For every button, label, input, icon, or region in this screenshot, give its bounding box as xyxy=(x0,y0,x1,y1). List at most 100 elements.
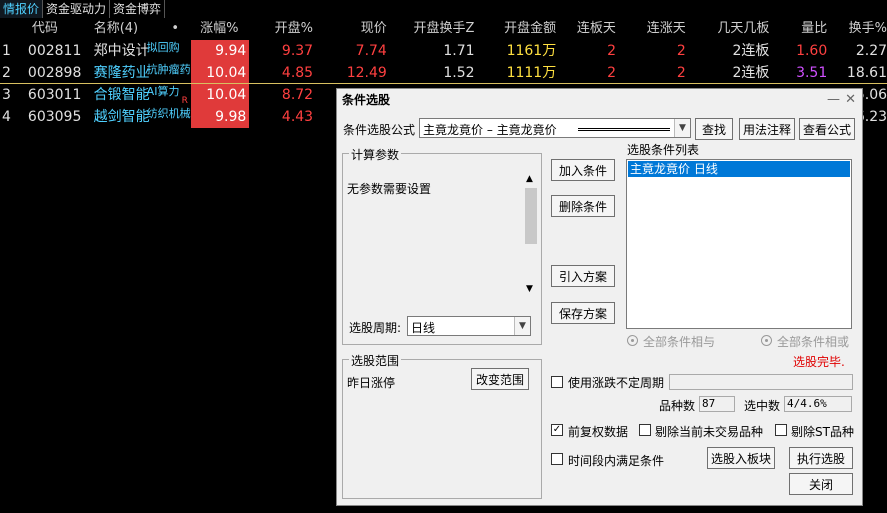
row-tag: AI算力 xyxy=(146,85,180,98)
col-price-header[interactable]: 现价 xyxy=(313,18,387,40)
calc-params-title: 计算参数 xyxy=(349,146,402,163)
row-tag: 抗肿瘤药 xyxy=(146,63,191,76)
row-open: 8.72 xyxy=(281,87,314,103)
fq-label: 前复权数据 xyxy=(568,425,629,439)
row-chg: 10.04 xyxy=(191,62,251,84)
period-label: 选股周期: xyxy=(349,321,402,335)
delete-condition-button[interactable]: 删除条件 xyxy=(551,195,615,217)
row-open: 4.85 xyxy=(281,65,314,81)
row-code: 002898 xyxy=(27,65,82,81)
no-params-text: 无参数需要设置 xyxy=(347,182,432,196)
selected-label: 选中数 xyxy=(744,399,781,413)
col-chg-header[interactable]: 涨幅% xyxy=(191,18,251,40)
row-limit-days: 2 xyxy=(607,65,616,81)
use-period-checkbox[interactable] xyxy=(551,376,563,388)
row-tag: 拟回购 xyxy=(146,41,180,54)
row-boards: 2连板 xyxy=(732,65,770,81)
row-turnover-rate: 18.61 xyxy=(846,65,887,81)
col-limit-days-header[interactable]: 连板天 xyxy=(556,18,616,40)
minimize-icon[interactable]: — xyxy=(827,89,840,111)
formula-select[interactable]: 主竟龙竟价 – 主竟龙竟价 ▼ xyxy=(419,118,691,138)
row-limit-days: 2 xyxy=(607,43,616,59)
row-code: 603095 xyxy=(27,109,82,125)
table-header: 代码 名称(4) • 涨幅% 开盘% 现价 开盘换手Z 开盘金额 连板天 连涨天… xyxy=(0,18,887,40)
col-turnover-rate-header[interactable]: 换手% xyxy=(827,18,887,40)
row-amount: 1161万 xyxy=(506,43,557,59)
row-vol-ratio: 3.51 xyxy=(796,65,828,81)
exclude-untraded-checkbox[interactable] xyxy=(639,424,651,436)
row-price: 12.49 xyxy=(346,65,387,81)
chevron-down-icon[interactable]: ▼ xyxy=(514,317,530,335)
col-code-header[interactable]: 代码 xyxy=(28,18,92,40)
time-range-label: 时间段内满足条件 xyxy=(568,454,665,468)
count-field: 87 xyxy=(699,396,735,412)
col-up-days-header[interactable]: 连涨天 xyxy=(616,18,686,40)
row-up-days: 2 xyxy=(676,65,686,81)
condition-list[interactable]: 主竟龙竟价 日线 xyxy=(626,159,852,329)
radio-and[interactable] xyxy=(627,335,638,346)
radio-or-label: 全部条件相或 xyxy=(777,335,850,349)
find-button[interactable]: 查找 xyxy=(695,118,733,140)
scroll-down-icon[interactable]: ▼ xyxy=(526,284,533,294)
radio-or[interactable] xyxy=(761,335,772,346)
dialog-title: 条件选股 xyxy=(342,93,391,107)
run-select-button[interactable]: 执行选股 xyxy=(789,447,853,469)
scroll-up-icon[interactable]: ▲ xyxy=(526,174,533,184)
row-code: 002811 xyxy=(27,43,82,59)
dialog-titlebar[interactable]: 条件选股 — ✕ xyxy=(337,89,862,111)
calc-params-group: 计算参数 无参数需要设置 ▲ ▼ 选股周期: 日线 ▼ xyxy=(342,146,542,345)
fq-checkbox[interactable]: ✓ xyxy=(551,424,563,436)
scope-title: 选股范围 xyxy=(349,352,402,369)
col-vol-ratio-header[interactable]: 量比 xyxy=(769,18,827,40)
count-label: 品种数 xyxy=(659,399,696,413)
table-row[interactable]: 1 002811 郑中设计 拟回购 9.94 9.37 7.74 1.71 116… xyxy=(0,40,887,62)
params-scrollbar[interactable]: ▲ ▼ xyxy=(523,174,539,294)
row-vol-ratio: 1.60 xyxy=(796,43,828,59)
row-index: 4 xyxy=(2,109,11,125)
row-chg: 10.04 xyxy=(191,84,251,106)
row-amount: 1111万 xyxy=(506,65,557,81)
scroll-thumb[interactable] xyxy=(525,188,537,244)
close-button[interactable]: 关闭 xyxy=(789,473,853,495)
add-to-board-button[interactable]: 选股入板块 xyxy=(707,447,775,469)
row-boards: 2连板 xyxy=(732,43,770,59)
row-turnover: 1.71 xyxy=(443,43,475,59)
add-condition-button[interactable]: 加入条件 xyxy=(551,159,615,181)
list-item[interactable]: 主竟龙竟价 日线 xyxy=(628,161,850,177)
exclude-st-label: 剔除ST品种 xyxy=(791,425,854,439)
condition-select-dialog: 条件选股 — ✕ 条件选股公式 主竟龙竟价 – 主竟龙竟价 ▼ 查找 用法注释 … xyxy=(336,88,863,506)
row-turnover-rate: 2.27 xyxy=(855,43,887,59)
change-scope-button[interactable]: 改变范围 xyxy=(471,368,529,390)
view-formula-button[interactable]: 查看公式 xyxy=(799,118,855,140)
usage-notes-button[interactable]: 用法注释 xyxy=(739,118,795,140)
close-icon[interactable]: ✕ xyxy=(845,89,856,111)
col-turnover-header[interactable]: 开盘换手Z xyxy=(387,18,475,40)
use-period-label: 使用涨跌不定周期 xyxy=(568,376,665,390)
row-open: 9.37 xyxy=(281,43,314,59)
scope-group: 选股范围 昨日涨停 改变范围 xyxy=(342,352,542,499)
save-plan-button[interactable]: 保存方案 xyxy=(551,302,615,324)
table-row[interactable]: 2 002898 赛隆药业 抗肿瘤药 10.04 4.85 12.49 1.52 … xyxy=(0,62,887,84)
row-price: 7.74 xyxy=(355,43,387,59)
row-tag: 纺织机械 xyxy=(146,107,191,120)
row-turnover: 1.52 xyxy=(443,65,475,81)
formula-label: 条件选股公式 xyxy=(343,123,416,137)
scope-value: 昨日涨停 xyxy=(347,376,396,390)
row-index: 2 xyxy=(2,65,11,81)
col-boards-header[interactable]: 几天几板 xyxy=(686,18,769,40)
row-up-days: 2 xyxy=(676,43,686,59)
col-index xyxy=(0,18,28,40)
period-range-field[interactable] xyxy=(669,374,853,390)
col-open-header[interactable]: 开盘% xyxy=(251,18,313,40)
import-plan-button[interactable]: 引入方案 xyxy=(551,265,615,287)
row-chg: 9.94 xyxy=(191,40,251,62)
exclude-st-checkbox[interactable] xyxy=(775,424,787,436)
tab-0[interactable]: 情报价 xyxy=(0,0,44,18)
period-select[interactable]: 日线 ▼ xyxy=(407,316,531,336)
status-text: 选股完毕. xyxy=(793,355,845,369)
chevron-down-icon[interactable]: ▼ xyxy=(674,119,690,137)
tab-1[interactable]: 资金驱动力 xyxy=(43,0,111,18)
time-range-checkbox[interactable] xyxy=(551,453,563,465)
tab-2[interactable]: 资金博弈 xyxy=(110,0,166,18)
col-amount-header[interactable]: 开盘金额 xyxy=(474,18,556,40)
